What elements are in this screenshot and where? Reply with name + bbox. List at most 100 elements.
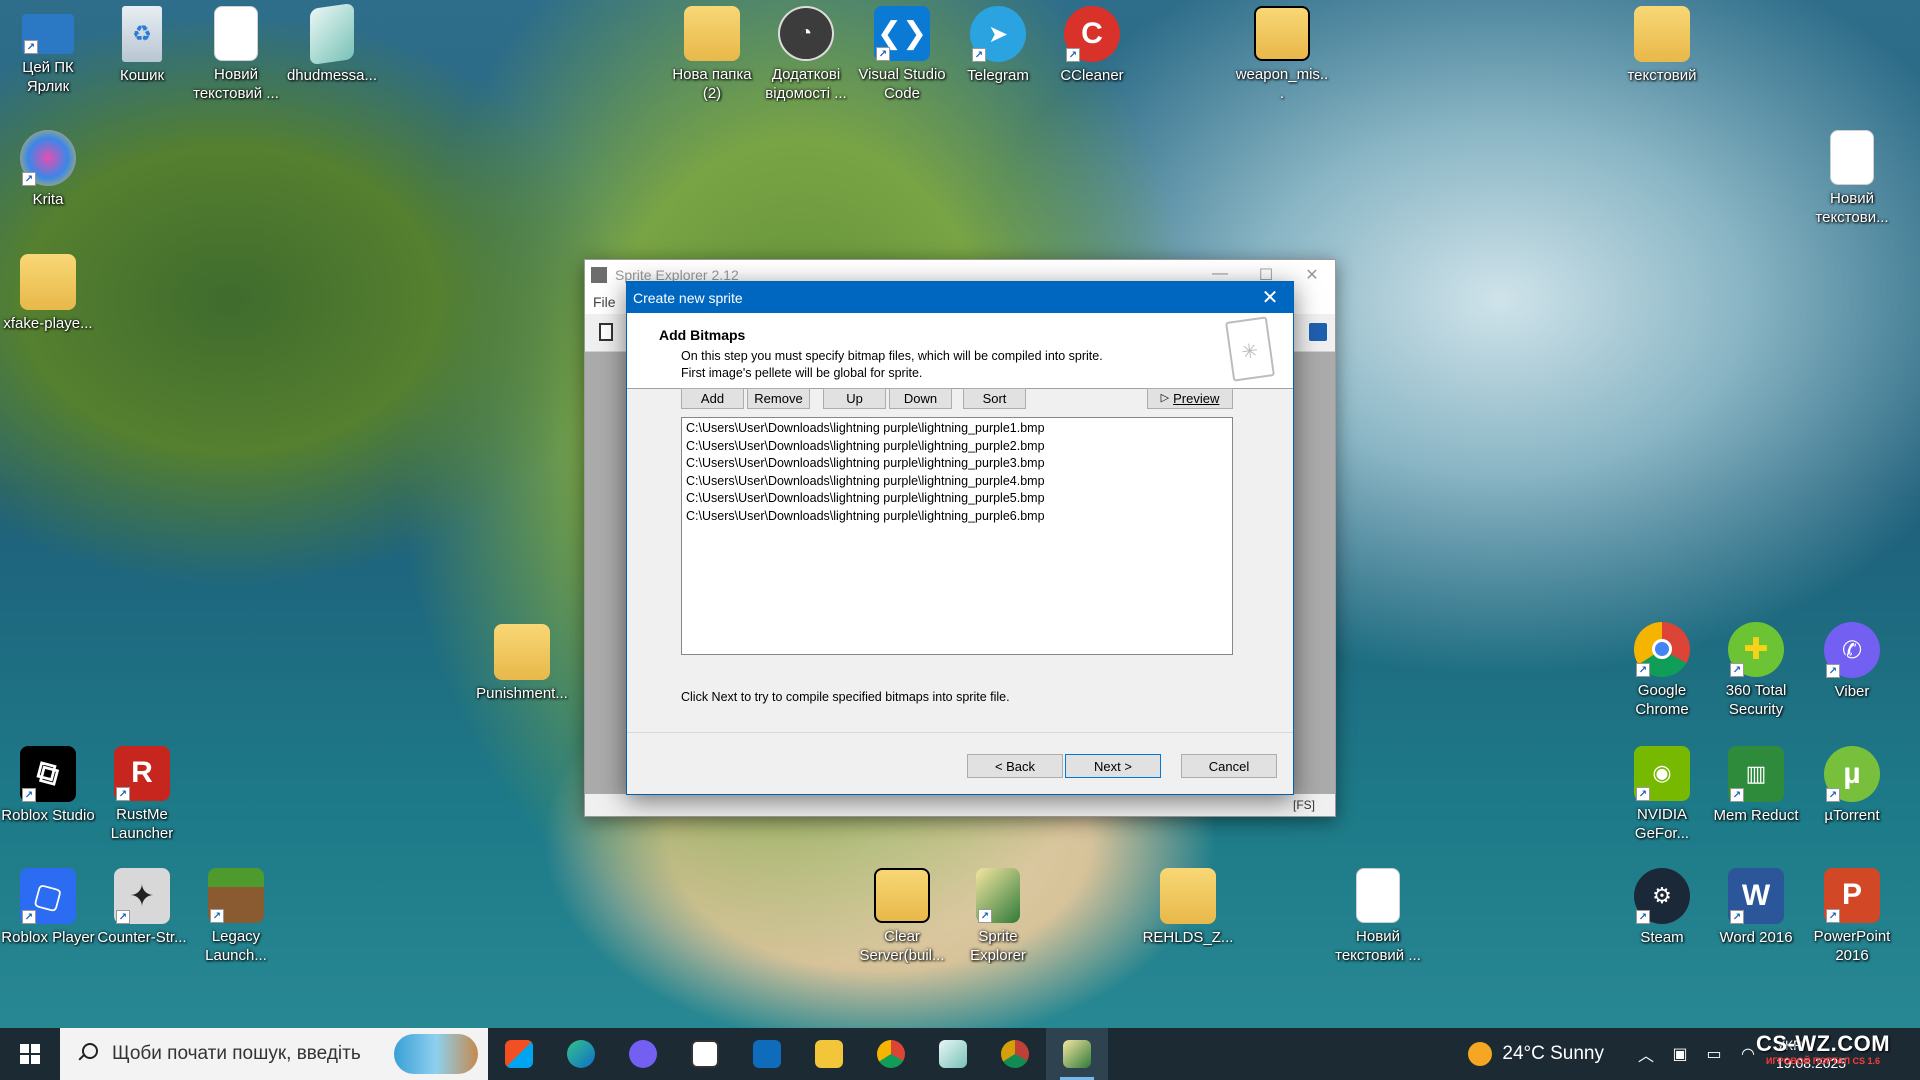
watermark-main: CS-WZ.COM [1755,1031,1891,1056]
down-button[interactable]: Down [889,388,952,409]
sprite-document-icon [1225,316,1275,382]
watermark-sub: ИГРОВОЙ ПОРТАЛ CS 1.6 [1766,1056,1880,1066]
folder-icon [1254,6,1310,61]
desktop-icon-clear-server[interactable]: Clear Server(buil... [854,868,950,964]
desktop-icon-punishment[interactable]: Punishment... [474,624,570,720]
up-button[interactable]: Up [823,388,886,409]
step-description: On this step you must specify bitmap fil… [681,349,1103,363]
folder-icon [874,868,930,923]
desktop-icon-telegram[interactable]: ➤ ↗ Telegram [950,6,1046,102]
app-icon [591,267,607,283]
desktop-icon-vscode[interactable]: ❮❯ ↗ Visual Studio Code [854,6,950,102]
word-icon: W ↗ [1728,868,1784,924]
meet-icon[interactable]: ▣ [1668,1044,1692,1064]
folder-icon [20,254,76,310]
desktop-icon-additional-info[interactable]: ◔ Додаткові відомості ... [758,6,854,102]
desktop-icon-dhudmessage[interactable]: dhudmessa... [284,2,380,102]
outlook-icon [753,1040,781,1068]
menu-file[interactable]: File [593,294,616,310]
desktop-icon-powerpoint[interactable]: P ↗ PowerPoint 2016 [1804,868,1900,964]
taskbar-store[interactable] [488,1028,550,1080]
desktop-icon-steam[interactable]: ⚙ ↗ Steam [1614,868,1710,964]
desktop-icon-recycle-bin[interactable]: ♻ Кошик [94,6,190,102]
desktop-icon-roblox-studio[interactable]: ⧉ ↗ Roblox Studio [0,746,96,842]
list-item[interactable]: C:\Users\User\Downloads\lightning purple… [686,438,1228,456]
wizard-header: Add Bitmaps On this step you must specif… [627,313,1293,389]
taskbar-search[interactable]: Щоби почати пошук, введіть [60,1028,488,1080]
dialog-titlebar[interactable]: Create new sprite ✕ [627,282,1293,313]
desktop-icon-xfake[interactable]: xfake-playe... [0,254,96,350]
desktop-icon-krita[interactable]: ↗ Krita [0,130,96,226]
desktop-icon-nvidia[interactable]: ◉ ↗ NVIDIA GeFor... [1614,746,1710,842]
list-item[interactable]: C:\Users\User\Downloads\lightning purple… [686,473,1228,491]
new-file-icon[interactable] [599,323,613,341]
viber-icon [629,1040,657,1068]
counter-strike-icon: ✦ ↗ [114,868,170,924]
desktop-icon-this-pc[interactable]: ↗ Цей ПК Ярлик [0,6,96,102]
desktop-icon-roblox-player[interactable]: ▢ ↗ Roblox Player [0,868,96,964]
vscode-icon: ❮❯ ↗ [874,6,930,61]
taskbar-outlook[interactable] [736,1028,798,1080]
start-button[interactable] [0,1028,60,1080]
step-title: Add Bitmaps [659,327,746,343]
preview-button[interactable]: ▷ Preview [1147,388,1233,409]
desktop-icon-viber[interactable]: ✆ ↗ Viber [1804,622,1900,718]
bitmap-list[interactable]: C:\Users\User\Downloads\lightning purple… [681,417,1233,655]
preview-label: Preview [1173,391,1220,406]
desktop-icon-new-folder-2[interactable]: Нова папка (2) [664,6,760,102]
desktop-icon-360-total-security[interactable]: ✚ ↗ 360 Total Security [1708,622,1804,718]
desktop-icon-sprite-explorer[interactable]: ↗ Sprite Explorer [950,868,1046,964]
taskbar-sprite-explorer[interactable] [1046,1028,1108,1080]
divider [627,732,1293,733]
desktop-icon-new-text-2[interactable]: Новий текстови... [1804,130,1900,226]
add-button[interactable]: Add [681,388,744,409]
list-item[interactable]: C:\Users\User\Downloads\lightning purple… [686,508,1228,526]
step-description-2: First image's pellete will be global for… [681,366,923,380]
chevron-up-icon[interactable]: ︿ [1634,1042,1658,1066]
desktop-icon-ccleaner[interactable]: C ↗ CCleaner [1044,6,1140,102]
chrome-icon [877,1040,905,1068]
search-highlight-image [394,1034,478,1074]
desktop-icon-utorrent[interactable]: µ ↗ µTorrent [1804,746,1900,842]
cancel-button[interactable]: Cancel [1181,754,1277,778]
back-button[interactable]: < Back [967,754,1063,778]
edge-icon [567,1040,595,1068]
desktop-icon-weapon-mis[interactable]: weapon_mis... [1234,6,1330,102]
desktop-icon-text-folder[interactable]: текстовий [1614,6,1710,102]
desktop-icon-legacy-launcher[interactable]: ↗ Legacy Launch... [188,868,284,964]
computer-icon: ↗ [22,14,74,54]
taskbar-notepad[interactable] [922,1028,984,1080]
taskbar-chrome[interactable] [860,1028,922,1080]
next-button[interactable]: Next > [1065,754,1161,778]
desktop-icon-word[interactable]: W ↗ Word 2016 [1708,868,1804,964]
weather-text[interactable]: 24°C Sunny [1502,1043,1604,1065]
taskbar-solitaire[interactable] [674,1028,736,1080]
sort-button[interactable]: Sort [963,388,1026,409]
close-button[interactable]: ✕ [1289,265,1335,285]
remove-button[interactable]: Remove [747,388,810,409]
desktop-icon-chrome[interactable]: ↗ Google Chrome [1614,622,1710,718]
desktop-icon-rehlds[interactable]: REHLDS_Z... [1140,868,1236,964]
battery-icon[interactable]: ▭ [1702,1044,1726,1064]
windows-logo-icon [20,1044,40,1064]
list-item[interactable]: C:\Users\User\Downloads\lightning purple… [686,420,1228,438]
taskbar-file-explorer[interactable] [798,1028,860,1080]
desktop-icon-mem-reduct[interactable]: ▥ ↗ Mem Reduct [1708,746,1804,842]
chrome-icon: ↗ [1634,622,1690,677]
recycle-bin-icon: ♻ [122,6,162,62]
desktop-icon-counter-strike[interactable]: ✦ ↗ Counter-Str... [94,868,190,964]
taskbar-edge[interactable] [550,1028,612,1080]
watermark: CS-WZ.COM ИГРОВОЙ ПОРТАЛ CS 1.6 [1748,1032,1898,1076]
dialog-close-icon[interactable]: ✕ [1247,285,1293,310]
memory-chip-icon: ▥ ↗ [1728,746,1784,802]
taskbar-viber[interactable] [612,1028,674,1080]
list-item[interactable]: C:\Users\User\Downloads\lightning purple… [686,455,1228,473]
toolbar-tool-icon[interactable] [1309,323,1327,341]
list-item[interactable]: C:\Users\User\Downloads\lightning purple… [686,490,1228,508]
taskbar-chrome-profile[interactable] [984,1028,1046,1080]
desktop-icon-rustme[interactable]: R ↗ RustMe Launcher [94,746,190,842]
rustme-icon: R ↗ [114,746,170,801]
desktop-icon-new-text-3[interactable]: Новий текстовий ... [1330,868,1426,964]
desktop-icon-new-text-1[interactable]: Новий текстовий ... [188,6,284,102]
sun-icon[interactable] [1468,1042,1493,1066]
